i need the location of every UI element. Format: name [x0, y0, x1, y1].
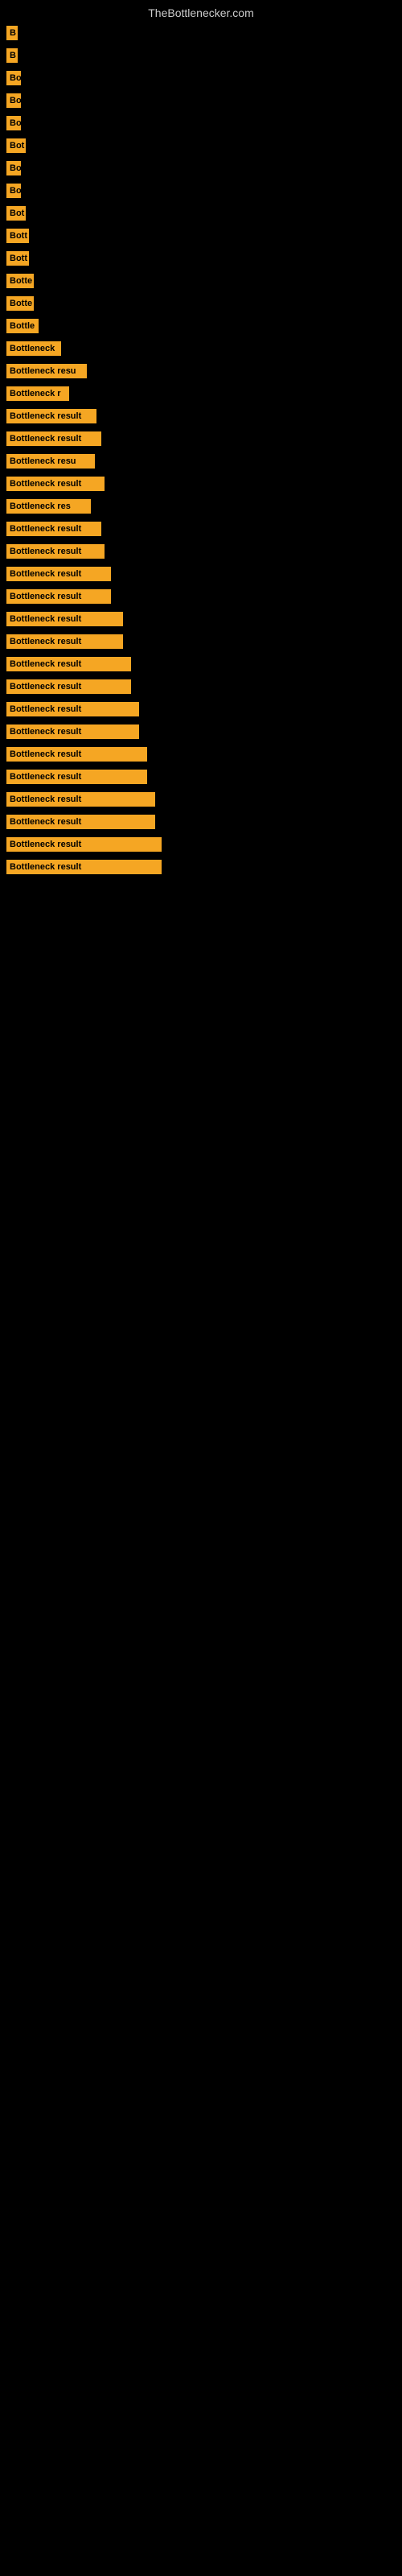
- list-item: Bottleneck result: [0, 428, 402, 449]
- bottleneck-label: Bottleneck result: [6, 724, 139, 739]
- bottleneck-label: B: [6, 26, 18, 40]
- list-item: Bott: [0, 225, 402, 246]
- bottleneck-label: Bo: [6, 116, 21, 130]
- list-item: Bottleneck result: [0, 609, 402, 630]
- bottleneck-label: Bottleneck r: [6, 386, 69, 401]
- list-item: Bott: [0, 248, 402, 269]
- bottleneck-label: Bottleneck resu: [6, 454, 95, 469]
- bottleneck-label: Bottleneck result: [6, 657, 131, 671]
- rows-list: BB Bo Bo Bo Bot Bo Bo Bot Bott Bott Botte Botte Bott…: [0, 23, 402, 877]
- bottleneck-label: Bot: [6, 138, 26, 153]
- list-item: Bottleneck result: [0, 857, 402, 877]
- list-item: B: [0, 45, 402, 66]
- site-title: TheBottlenecker.com: [0, 0, 402, 23]
- list-item: Bottleneck result: [0, 766, 402, 787]
- bottleneck-label: Bottleneck resu: [6, 364, 87, 378]
- bottleneck-label: Bottleneck result: [6, 860, 162, 874]
- bottleneck-label: Bot: [6, 206, 26, 221]
- bottleneck-label: Bo: [6, 184, 21, 198]
- list-item: Bottle: [0, 316, 402, 336]
- list-item: Bottleneck result: [0, 406, 402, 427]
- list-item: Bottleneck result: [0, 811, 402, 832]
- bottleneck-label: Bott: [6, 251, 29, 266]
- list-item: Bottleneck result: [0, 518, 402, 539]
- bottleneck-label: Botte: [6, 274, 34, 288]
- list-item: Bo: [0, 90, 402, 111]
- list-item: Bo: [0, 158, 402, 179]
- bottleneck-label: Bottleneck result: [6, 431, 101, 446]
- bottleneck-label: Bottleneck result: [6, 837, 162, 852]
- list-item: Bottleneck result: [0, 676, 402, 697]
- list-item: Botte: [0, 293, 402, 314]
- list-item: Bottleneck result: [0, 789, 402, 810]
- list-item: Bottleneck result: [0, 654, 402, 675]
- bottleneck-label: Bottleneck result: [6, 409, 96, 423]
- bottleneck-label: Bottleneck res: [6, 499, 91, 514]
- bottleneck-label: Bottleneck result: [6, 747, 147, 762]
- list-item: Bottleneck result: [0, 631, 402, 652]
- bottleneck-label: Bottleneck result: [6, 792, 155, 807]
- list-item: Bottleneck result: [0, 744, 402, 765]
- list-item: Bottleneck res: [0, 496, 402, 517]
- list-item: Bottleneck r: [0, 383, 402, 404]
- list-item: Bottleneck result: [0, 699, 402, 720]
- bottleneck-label: Bo: [6, 71, 21, 85]
- list-item: Bot: [0, 203, 402, 224]
- bottleneck-label: Bottleneck result: [6, 544, 105, 559]
- bottleneck-label: Bottleneck result: [6, 702, 139, 716]
- bottleneck-label: B: [6, 48, 18, 63]
- bottleneck-label: Bottleneck result: [6, 589, 111, 604]
- list-item: Bo: [0, 180, 402, 201]
- bottleneck-label: Bo: [6, 161, 21, 175]
- list-item: Bo: [0, 113, 402, 134]
- list-item: Botte: [0, 270, 402, 291]
- bottleneck-label: Bottleneck result: [6, 477, 105, 491]
- list-item: Bottleneck result: [0, 586, 402, 607]
- list-item: Bot: [0, 135, 402, 156]
- bottleneck-label: Bottleneck result: [6, 770, 147, 784]
- bottleneck-label: Botte: [6, 296, 34, 311]
- main-container: TheBottlenecker.com BB Bo Bo Bo Bot Bo Bo Bot Bo…: [0, 0, 402, 877]
- bottleneck-label: Bottleneck result: [6, 612, 123, 626]
- list-item: Bottleneck result: [0, 473, 402, 494]
- bottleneck-label: Bottleneck result: [6, 634, 123, 649]
- bottleneck-label: Bottleneck result: [6, 567, 111, 581]
- list-item: Bottleneck result: [0, 541, 402, 562]
- list-item: Bottleneck resu: [0, 361, 402, 382]
- bottleneck-label: Bottleneck: [6, 341, 61, 356]
- bottleneck-label: Bott: [6, 229, 29, 243]
- list-item: Bottleneck result: [0, 721, 402, 742]
- list-item: Bo: [0, 68, 402, 89]
- bottleneck-label: Bottleneck result: [6, 679, 131, 694]
- bottleneck-label: Bottleneck result: [6, 815, 155, 829]
- bottleneck-label: Bottleneck result: [6, 522, 101, 536]
- list-item: Bottleneck result: [0, 834, 402, 855]
- list-item: Bottleneck result: [0, 564, 402, 584]
- list-item: B: [0, 23, 402, 43]
- bottleneck-label: Bottle: [6, 319, 39, 333]
- bottleneck-label: Bo: [6, 93, 21, 108]
- list-item: Bottleneck resu: [0, 451, 402, 472]
- list-item: Bottleneck: [0, 338, 402, 359]
